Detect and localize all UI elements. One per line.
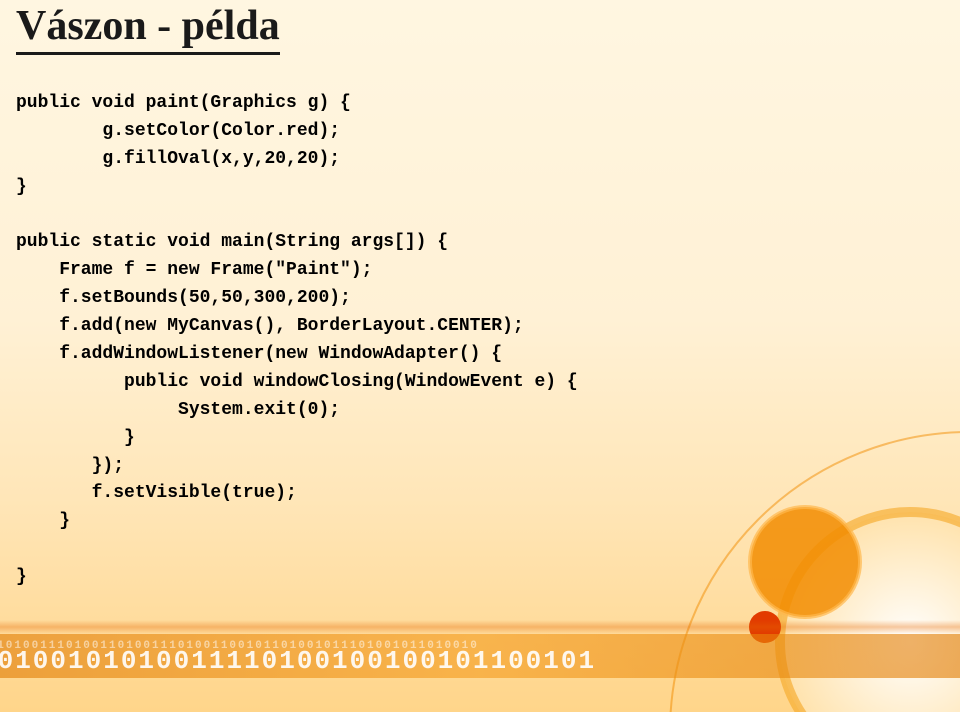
- code-sample: public void paint(Graphics g) { g.setCol…: [16, 90, 578, 592]
- binary-strip: 1010100111010011010011101001100101101001…: [0, 634, 960, 678]
- binary-strip-bg: [0, 634, 960, 678]
- page-title: Vászon - példa: [16, 2, 280, 55]
- decorative-band: [0, 620, 960, 634]
